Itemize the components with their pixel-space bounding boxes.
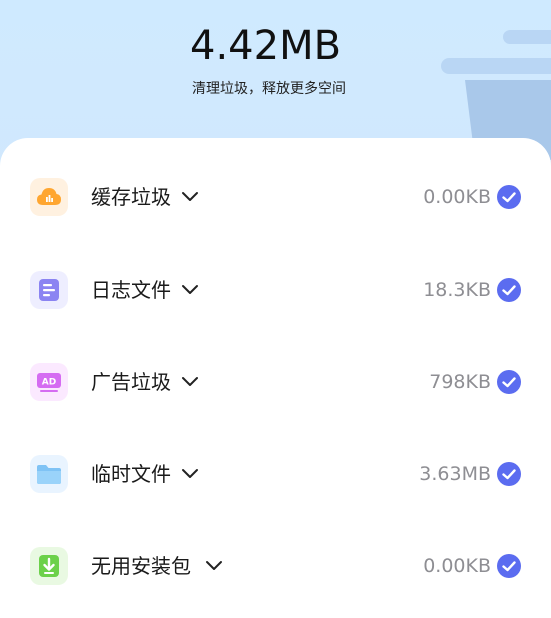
- chevron-down-icon[interactable]: [181, 191, 199, 203]
- list-item-size: 18.3KB: [423, 279, 491, 301]
- list-item-label: 缓存垃圾: [91, 185, 171, 209]
- total-junk-size: 4.42MB: [190, 23, 342, 69]
- list-item-temp[interactable]: 临时文件 3.63MB: [0, 447, 551, 503]
- svg-text:AD: AD: [42, 378, 56, 388]
- apk-download-icon: [30, 547, 68, 585]
- ad-icon: AD: [30, 363, 68, 401]
- list-item-apk[interactable]: 无用安装包 0.00KB: [0, 539, 551, 595]
- chevron-down-icon[interactable]: [181, 468, 199, 480]
- folder-icon: [30, 455, 68, 493]
- cloud-icon: [30, 178, 68, 216]
- checkmark-icon[interactable]: [497, 554, 521, 578]
- list-item-logs[interactable]: 日志文件 18.3KB: [0, 263, 551, 319]
- chevron-down-icon[interactable]: [181, 284, 199, 296]
- header: 4.42MB 清理垃圾，释放更多空间: [0, 0, 551, 140]
- list-item-size: 0.00KB: [423, 555, 491, 577]
- checkmark-icon[interactable]: [497, 370, 521, 394]
- checkmark-icon[interactable]: [497, 185, 521, 209]
- chevron-down-icon[interactable]: [181, 376, 199, 388]
- header-caption: 清理垃圾，释放更多空间: [192, 81, 346, 97]
- list-item-cache[interactable]: 缓存垃圾 0.00KB: [0, 170, 551, 226]
- junk-list-card: 缓存垃圾 0.00KB 日志文件 18.3KB AD 广告垃圾 798KB 临时…: [0, 138, 551, 618]
- list-item-ads[interactable]: AD 广告垃圾 798KB: [0, 355, 551, 411]
- list-item-label: 无用安装包: [91, 554, 191, 578]
- log-file-icon: [30, 271, 68, 309]
- list-item-size: 0.00KB: [423, 186, 491, 208]
- list-item-label: 临时文件: [91, 462, 171, 486]
- list-item-size: 3.63MB: [419, 463, 491, 485]
- list-item-size: 798KB: [429, 371, 491, 393]
- checkmark-icon[interactable]: [497, 462, 521, 486]
- chevron-down-icon[interactable]: [205, 560, 223, 572]
- list-item-label: 日志文件: [91, 278, 171, 302]
- list-item-label: 广告垃圾: [91, 370, 171, 394]
- checkmark-icon[interactable]: [497, 278, 521, 302]
